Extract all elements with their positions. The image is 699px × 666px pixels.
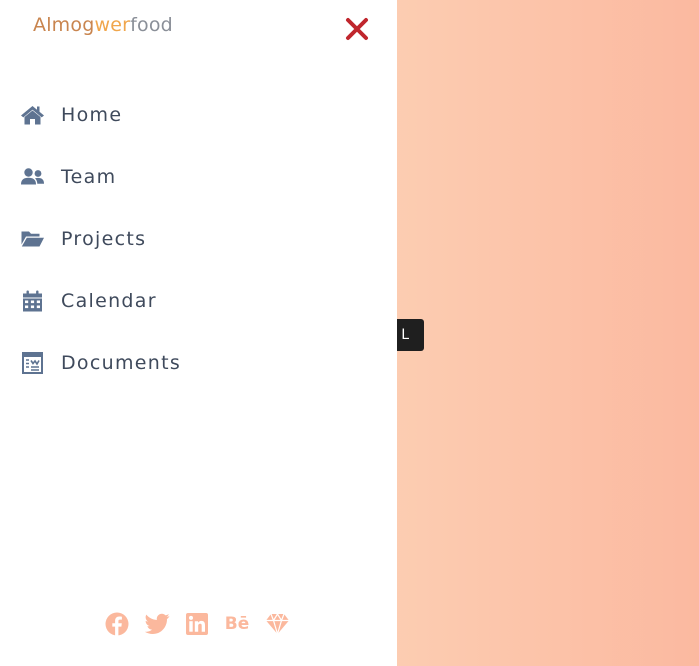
sidebar-item-documents[interactable]: Documents bbox=[0, 332, 397, 394]
twitter-link[interactable] bbox=[144, 611, 170, 637]
sidebar-item-label: Calendar bbox=[61, 290, 157, 312]
sidebar-item-label: Projects bbox=[61, 228, 147, 250]
brand-part-1: Almog bbox=[33, 14, 95, 36]
close-icon bbox=[346, 18, 368, 40]
sketch-link[interactable] bbox=[264, 611, 290, 637]
behance-link[interactable]: Bē bbox=[224, 611, 250, 637]
linkedin-link[interactable] bbox=[184, 611, 210, 637]
facebook-link[interactable] bbox=[104, 611, 130, 637]
behance-icon: Bē bbox=[224, 614, 250, 634]
sidebar-drawer: Almogwerfood Home Team Projects Calendar… bbox=[0, 0, 397, 666]
calendar-icon bbox=[23, 290, 42, 312]
sidebar-item-calendar[interactable]: Calendar bbox=[0, 270, 397, 332]
sidebar-item-label: Home bbox=[61, 104, 123, 126]
home-icon bbox=[21, 106, 44, 125]
document-icon bbox=[22, 352, 43, 374]
sidebar-item-label: Documents bbox=[61, 352, 182, 374]
users-icon bbox=[21, 168, 44, 185]
brand-logo[interactable]: Almogwerfood bbox=[33, 14, 173, 36]
sidebar-item-team[interactable]: Team bbox=[0, 146, 397, 208]
sidebar-item-home[interactable]: Home bbox=[0, 84, 397, 146]
folder-open-icon bbox=[21, 231, 44, 247]
twitter-icon bbox=[144, 613, 169, 634]
sidebar-item-label: Team bbox=[61, 166, 117, 188]
sidebar-nav: Home Team Projects Calendar Documents bbox=[0, 84, 397, 394]
facebook-icon bbox=[105, 612, 129, 636]
social-links: Bē bbox=[104, 611, 304, 637]
open-modal-button-label: L bbox=[401, 327, 410, 343]
brand-part-2: wer bbox=[94, 14, 131, 36]
linkedin-icon bbox=[186, 613, 208, 635]
sidebar-item-projects[interactable]: Projects bbox=[0, 208, 397, 270]
sketch-icon bbox=[265, 613, 289, 635]
close-sidebar-button[interactable] bbox=[344, 16, 370, 42]
brand-part-3: food bbox=[130, 14, 173, 36]
